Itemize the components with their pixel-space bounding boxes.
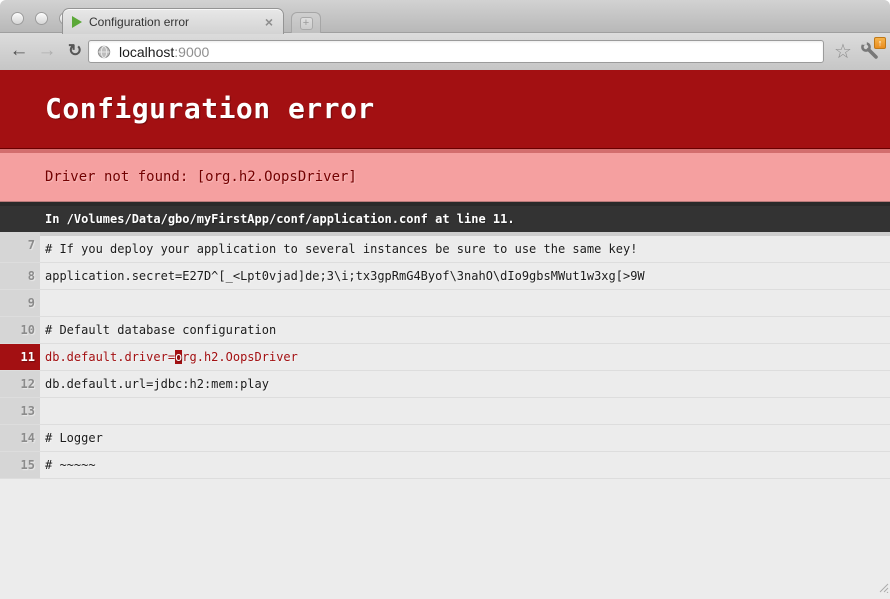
window-minimize-button[interactable]	[35, 12, 48, 25]
browser-toolbar: ← → ↻ localhost:9000 ☆ ↑	[0, 33, 890, 70]
new-tab-button[interactable]: +	[291, 12, 321, 33]
code-line-error: 11db.default.driver=org.h2.OopsDriver	[0, 344, 890, 371]
forward-button[interactable]: →	[34, 38, 60, 64]
code-line: 13	[0, 398, 890, 425]
bookmark-star-icon[interactable]: ☆	[830, 39, 856, 65]
line-content: # Logger	[40, 425, 890, 451]
line-content: db.default.driver=org.h2.OopsDriver	[40, 344, 890, 370]
line-content: # Default database configuration	[40, 317, 890, 343]
code-line: 14# Logger	[0, 425, 890, 452]
code-line: 10# Default database configuration	[0, 317, 890, 344]
play-favicon-icon	[72, 16, 82, 28]
back-button[interactable]: ←	[6, 38, 32, 64]
plus-icon: +	[300, 17, 313, 30]
line-content: application.secret=E27D^[_<Lpt0vjad]de;3…	[40, 263, 890, 289]
address-bar[interactable]: localhost:9000	[88, 40, 824, 63]
line-content	[40, 398, 890, 424]
resize-grip-icon[interactable]	[876, 578, 889, 597]
code-line: 9	[0, 290, 890, 317]
browser-tab[interactable]: Configuration error ×	[62, 8, 284, 34]
tab-close-icon[interactable]: ×	[264, 15, 274, 29]
line-content	[40, 290, 890, 316]
reload-button[interactable]: ↻	[62, 38, 88, 64]
url-text: localhost:9000	[119, 44, 209, 60]
globe-icon	[97, 45, 111, 59]
url-port: :9000	[174, 44, 209, 60]
page-title: Configuration error	[0, 70, 890, 149]
code-line: 15# ~~~~~	[0, 452, 890, 479]
line-number: 9	[0, 290, 40, 316]
browser-window: Configuration error × + ← → ↻ localhost:…	[0, 0, 890, 599]
code-line: 8application.secret=E27D^[_<Lpt0vjad]de;…	[0, 263, 890, 290]
line-number: 12	[0, 371, 40, 397]
line-number: 8	[0, 263, 40, 289]
line-content: # If you deploy your application to seve…	[40, 232, 890, 262]
line-number: 13	[0, 398, 40, 424]
code-line: 7# If you deploy your application to sev…	[0, 232, 890, 263]
window-close-button[interactable]	[11, 12, 24, 25]
update-badge: ↑	[874, 37, 886, 49]
code-line: 12db.default.url=jdbc:h2:mem:play	[0, 371, 890, 398]
url-host: localhost	[119, 44, 174, 60]
error-location: In /Volumes/Data/gbo/myFirstApp/conf/app…	[0, 202, 890, 232]
line-content: # ~~~~~	[40, 452, 890, 478]
code-listing: 7# If you deploy your application to sev…	[0, 232, 890, 479]
line-content: db.default.url=jdbc:h2:mem:play	[40, 371, 890, 397]
line-number: 11	[0, 344, 40, 370]
error-detail: Driver not found: [org.h2.OopsDriver]	[0, 149, 890, 202]
line-number: 7	[0, 232, 40, 262]
line-number: 14	[0, 425, 40, 451]
line-number: 10	[0, 317, 40, 343]
tab-title: Configuration error	[89, 15, 264, 29]
error-page: Configuration error Driver not found: [o…	[0, 70, 890, 598]
line-number: 15	[0, 452, 40, 478]
error-marker: o	[175, 350, 182, 364]
tab-strip: Configuration error × +	[0, 0, 890, 33]
menu-wrench-icon[interactable]: ↑	[859, 40, 885, 64]
